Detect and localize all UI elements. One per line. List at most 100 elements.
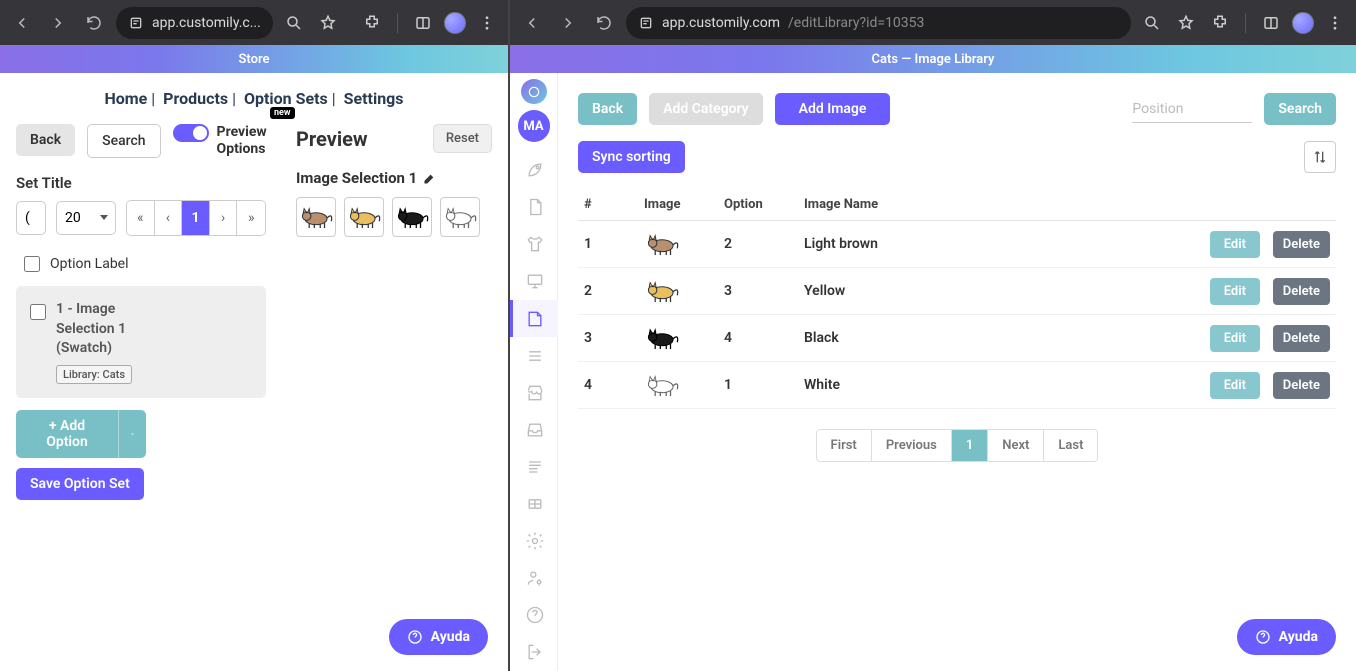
pager-first[interactable]: «: [127, 201, 155, 235]
delete-button[interactable]: Delete: [1273, 231, 1330, 258]
option-card-checkbox[interactable]: [30, 304, 46, 320]
nav-bars-icon[interactable]: [510, 448, 558, 485]
nav-store-icon[interactable]: [510, 374, 558, 411]
page-size-select[interactable]: 20: [56, 201, 116, 235]
option-card[interactable]: 1 - Image Selection 1 (Swatch) Library: …: [16, 286, 266, 398]
cell-name: Yellow: [798, 268, 1196, 315]
browser-chrome-right: app.customily.com/editLibrary?id=10353: [510, 0, 1356, 45]
nav-gear-icon[interactable]: [510, 523, 558, 560]
delete-button[interactable]: Delete: [1273, 325, 1330, 352]
table-pager-next[interactable]: Next: [988, 430, 1044, 461]
app-logo[interactable]: [521, 79, 547, 104]
panel-icon[interactable]: [410, 10, 436, 36]
forward-icon[interactable]: [554, 9, 582, 37]
reload-icon[interactable]: [80, 9, 108, 37]
swatch-brown[interactable]: [296, 197, 336, 237]
edit-button[interactable]: Edit: [1210, 278, 1260, 305]
reload-icon[interactable]: [590, 9, 618, 37]
url-host: app.customily.com: [662, 15, 780, 31]
save-option-set-button[interactable]: Save Option Set: [16, 468, 144, 500]
nav-shirt-icon[interactable]: [510, 226, 558, 263]
back-button[interactable]: Back: [16, 124, 75, 156]
pager-page[interactable]: 1: [182, 201, 210, 235]
cell-image: [638, 268, 718, 315]
cell-image: [638, 315, 718, 362]
add-option-button[interactable]: + Add Option: [16, 410, 118, 458]
option-label-checkbox[interactable]: [24, 256, 40, 272]
breadcrumb-option-sets[interactable]: Option Sets: [244, 89, 328, 108]
table-pager-first[interactable]: First: [817, 430, 872, 461]
extensions-icon[interactable]: [359, 10, 385, 36]
extensions-icon[interactable]: [1207, 10, 1233, 36]
edit-button[interactable]: Edit: [1210, 231, 1260, 258]
col-idx: #: [578, 189, 638, 221]
swatch-white[interactable]: [440, 197, 480, 237]
site-settings-icon: [638, 15, 654, 31]
pager-prev[interactable]: ‹: [155, 201, 183, 235]
cell-option: 1: [718, 362, 798, 409]
nav-rocket-icon[interactable]: [510, 152, 558, 189]
url-bar-right[interactable]: app.customily.com/editLibrary?id=10353: [626, 7, 1131, 39]
nav-monitor-icon[interactable]: [510, 263, 558, 300]
side-nav: MA: [510, 73, 558, 671]
url-bar-left[interactable]: app.customily.c...: [116, 7, 273, 39]
sync-sorting-button[interactable]: Sync sorting: [578, 141, 685, 173]
zoom-icon[interactable]: [281, 10, 307, 36]
search-button[interactable]: Search: [87, 124, 160, 158]
nav-inbox-icon[interactable]: [510, 411, 558, 448]
preview-toggle[interactable]: [173, 124, 209, 142]
cell-name: Black: [798, 315, 1196, 362]
edit-icon[interactable]: [423, 171, 437, 185]
lib-search-button[interactable]: Search: [1264, 93, 1336, 125]
zoom-icon[interactable]: [1139, 10, 1165, 36]
swatch-yellow[interactable]: [344, 197, 384, 237]
help-button-right[interactable]: Ayuda: [1237, 619, 1336, 655]
delete-button[interactable]: Delete: [1273, 372, 1330, 399]
lib-back-button[interactable]: Back: [578, 93, 637, 125]
back-icon[interactable]: [518, 9, 546, 37]
set-title-input[interactable]: [16, 201, 46, 235]
profile-avatar[interactable]: [444, 12, 466, 34]
reset-button[interactable]: Reset: [433, 124, 492, 153]
panel-icon[interactable]: [1258, 10, 1284, 36]
col-name: Image Name: [798, 189, 1196, 221]
user-avatar[interactable]: MA: [518, 110, 550, 141]
breadcrumbs: Home| Products| Option Sets| Settings ne…: [16, 89, 492, 108]
edit-button[interactable]: Edit: [1210, 372, 1260, 399]
help-button-left[interactable]: Ayuda: [389, 619, 488, 655]
table-pager-prev[interactable]: Previous: [872, 430, 952, 461]
table-pager-last[interactable]: Last: [1044, 430, 1097, 461]
nav-library-icon[interactable]: [510, 300, 558, 337]
breadcrumb-settings[interactable]: Settings: [344, 89, 404, 108]
nav-table-icon[interactable]: [510, 485, 558, 522]
pager-next[interactable]: ›: [210, 201, 238, 235]
add-category-button[interactable]: Add Category: [649, 93, 763, 125]
nav-logout-icon[interactable]: [510, 634, 558, 671]
cell-image: [638, 362, 718, 409]
add-image-button[interactable]: Add Image: [775, 93, 891, 125]
breadcrumb-home[interactable]: Home: [104, 89, 147, 108]
nav-help-icon[interactable]: [510, 597, 558, 634]
option-card-text: 1 - Image Selection 1 (Swatch): [56, 300, 176, 359]
nav-list-icon[interactable]: [510, 337, 558, 374]
menu-dots-icon[interactable]: [1322, 10, 1348, 36]
add-option-caret[interactable]: [118, 410, 146, 458]
nav-page-icon[interactable]: [510, 189, 558, 226]
cell-idx: 2: [578, 268, 638, 315]
edit-button[interactable]: Edit: [1210, 325, 1260, 352]
pager-last[interactable]: »: [237, 201, 265, 235]
position-input[interactable]: [1132, 95, 1252, 123]
delete-button[interactable]: Delete: [1273, 278, 1330, 305]
star-icon[interactable]: [315, 10, 341, 36]
menu-dots-icon[interactable]: [474, 10, 500, 36]
profile-avatar[interactable]: [1292, 12, 1314, 34]
back-icon[interactable]: [8, 9, 36, 37]
swatch-black[interactable]: [392, 197, 432, 237]
table-pager-page[interactable]: 1: [952, 430, 988, 461]
nav-user-gear-icon[interactable]: [510, 560, 558, 597]
star-icon[interactable]: [1173, 10, 1199, 36]
sort-icon[interactable]: [1304, 141, 1336, 173]
table-row: 2 3 Yellow Edit Delete: [578, 268, 1336, 315]
forward-icon[interactable]: [44, 9, 72, 37]
breadcrumb-products[interactable]: Products: [163, 89, 228, 108]
